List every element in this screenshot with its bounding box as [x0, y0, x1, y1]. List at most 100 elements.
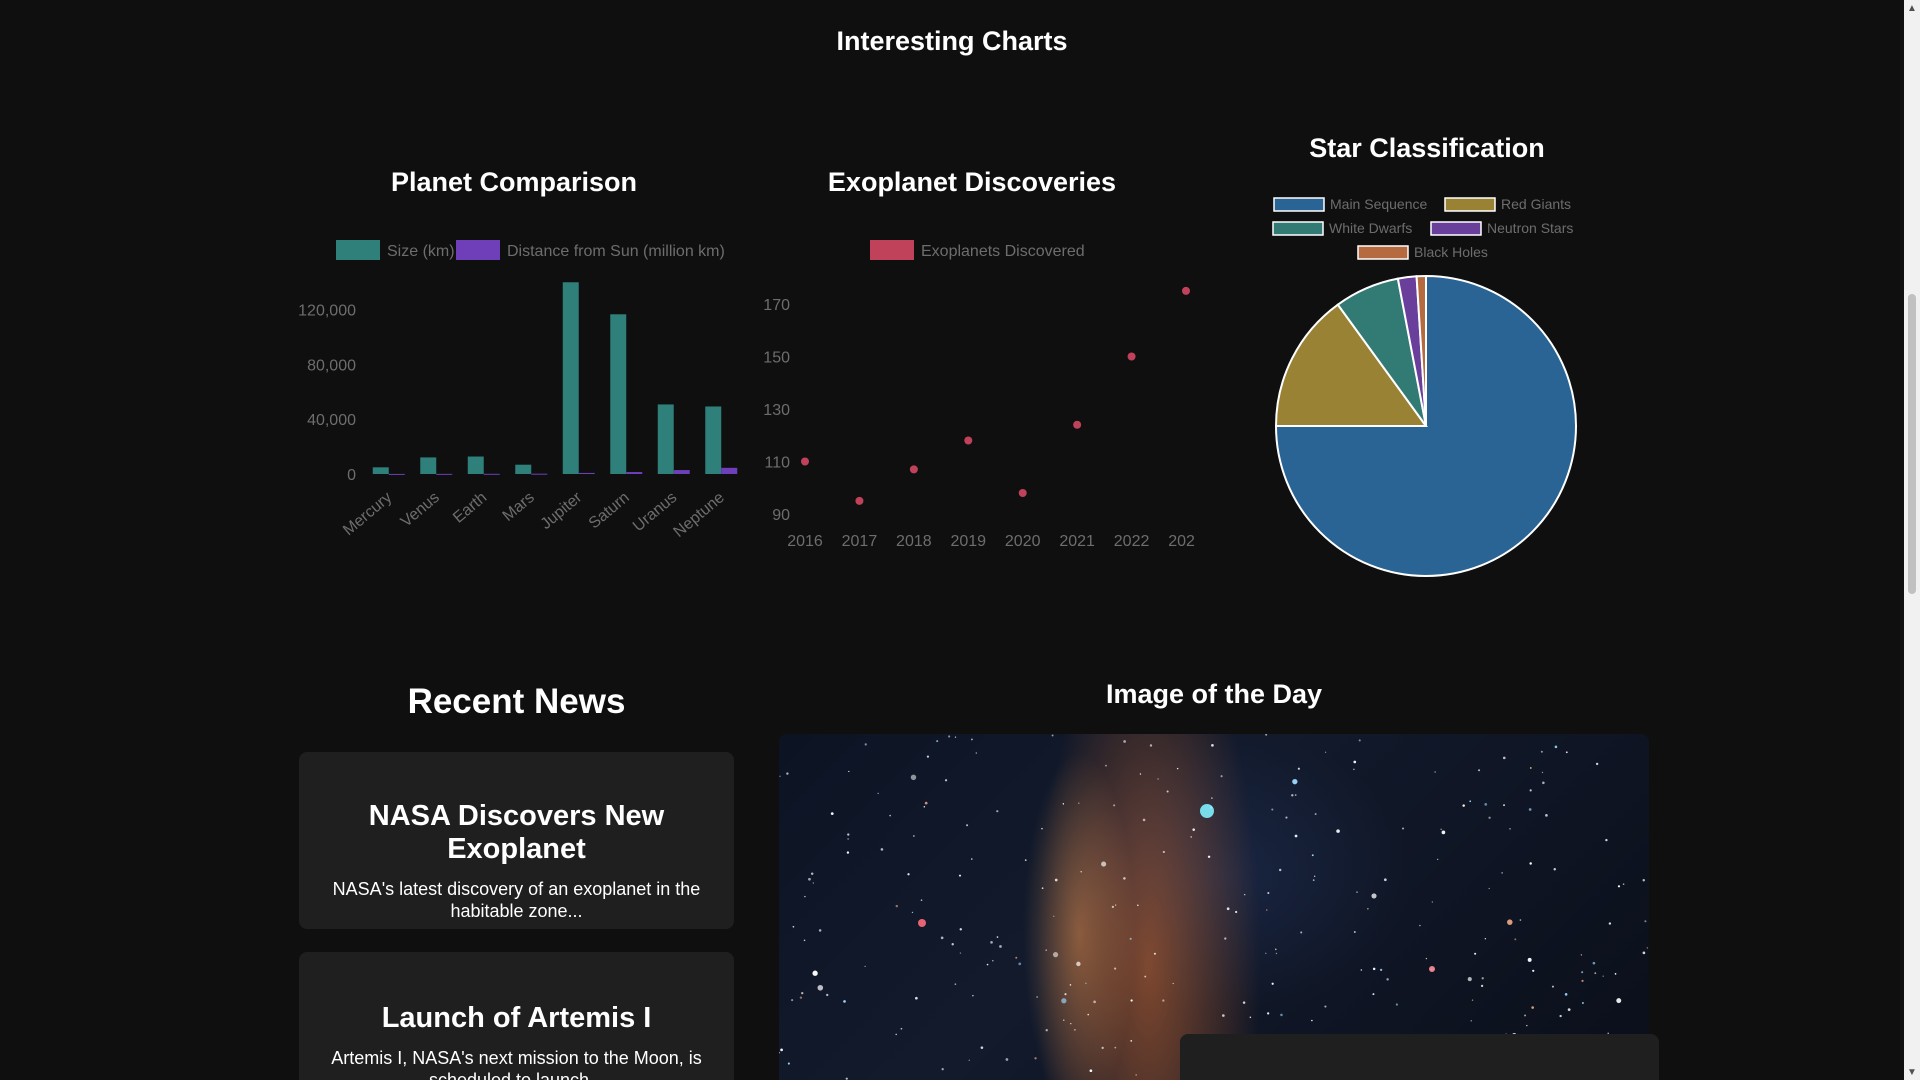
bar-size[interactable]: [562, 282, 579, 474]
star-dot: [848, 770, 850, 773]
star-dot: [1166, 790, 1169, 793]
star-dot: [780, 1048, 783, 1052]
y-tick-label: 80,000: [307, 357, 356, 374]
star-dot: [1294, 834, 1298, 838]
news-card[interactable]: NASA Discovers New Exoplanet NASA's late…: [299, 752, 734, 929]
bar-distance[interactable]: [388, 473, 405, 475]
legend-swatch-white-dwarfs: [1272, 221, 1324, 236]
exoplanet-legend[interactable]: Exoplanets Discovered: [870, 240, 1085, 260]
legend-swatch-distance: [456, 240, 500, 260]
bar-distance[interactable]: [626, 472, 643, 474]
star-dot: [1324, 751, 1327, 753]
star-dot: [1526, 1024, 1528, 1027]
star-dot: [1157, 778, 1159, 780]
star-dot: [791, 998, 794, 1002]
bar-distance[interactable]: [673, 470, 690, 474]
x-tick-label: 2020: [1005, 533, 1041, 550]
star-dot: [1292, 779, 1298, 785]
scatter-point[interactable]: [909, 465, 918, 474]
star-dot: [1089, 1069, 1093, 1073]
star-dot: [1488, 887, 1490, 890]
bar-size[interactable]: [610, 314, 627, 474]
scroll-up-icon[interactable]: ▲: [1904, 0, 1920, 16]
image-of-day-picture[interactable]: [779, 734, 1649, 1080]
scatter-point[interactable]: [1073, 420, 1082, 429]
star-dot: [1425, 957, 1428, 960]
vertical-scrollbar[interactable]: ▲ ▼: [1904, 0, 1920, 1080]
star-dot: [1314, 875, 1316, 877]
bar-distance[interactable]: [483, 473, 500, 475]
star-dot: [1211, 797, 1213, 799]
bar-distance[interactable]: [531, 473, 548, 475]
bar-distance[interactable]: [436, 473, 453, 475]
star-dot: [966, 824, 969, 827]
x-tick-label: 2017: [842, 533, 878, 550]
bar-distance[interactable]: [578, 472, 595, 474]
star-dot: [1564, 993, 1568, 996]
stars-legend[interactable]: Main Sequence Red Giants White Dwarfs Ne…: [1272, 196, 1573, 260]
star-dot: [907, 873, 910, 876]
star-dot: [912, 835, 915, 837]
star-dot: [1051, 734, 1054, 737]
star-dot: [1144, 975, 1147, 978]
star-dot: [944, 779, 948, 782]
star-dot: [1300, 931, 1303, 934]
star-classification-chart: Main Sequence Red Giants White Dwarfs Ne…: [1272, 196, 1577, 577]
bar-size[interactable]: [420, 457, 437, 474]
star-dot: [1311, 854, 1314, 857]
scatter-point[interactable]: [1127, 352, 1136, 361]
star-dot: [1061, 998, 1067, 1004]
bar-distance[interactable]: [721, 467, 738, 474]
star-dot: [1314, 813, 1317, 816]
planet-legend[interactable]: Size (km) Distance from Sun (million km): [336, 240, 725, 260]
y-tick-label: 170: [763, 297, 790, 314]
star-dot: [1078, 802, 1080, 804]
star-dot: [1093, 1000, 1096, 1004]
news-card-title: Launch of Artemis I: [381, 1002, 652, 1034]
scatter-point[interactable]: [1182, 286, 1190, 295]
star-dot: [1559, 1014, 1562, 1018]
star-dot: [1437, 858, 1439, 861]
legend-swatch-red-giants: [1444, 197, 1496, 212]
stars-chart-title: Star Classification: [1309, 133, 1545, 163]
star-dot: [1481, 977, 1484, 980]
star-dot: [895, 1033, 897, 1036]
star-dot: [1123, 877, 1126, 880]
bar-size[interactable]: [515, 464, 532, 474]
scatter-point[interactable]: [801, 457, 809, 466]
page-viewport: Interesting Charts Planet Comparison Siz…: [0, 0, 1904, 1080]
bar-size[interactable]: [467, 456, 484, 474]
star-dot: [801, 991, 804, 995]
star-dot: [1271, 982, 1274, 985]
scrollbar-thumb[interactable]: [1908, 294, 1916, 594]
star-dot: [970, 858, 973, 860]
bar-size[interactable]: [372, 467, 389, 474]
star-dot: [1311, 1019, 1313, 1022]
star-dot: [1149, 744, 1153, 747]
star-dot: [1123, 740, 1126, 743]
y-tick-label: 130: [763, 402, 790, 419]
legend-label-main-sequence: Main Sequence: [1330, 196, 1428, 212]
star-dot: [1226, 907, 1230, 911]
star-dot: [1383, 878, 1387, 882]
news-card[interactable]: Launch of Artemis I Artemis I, NASA's ne…: [299, 952, 734, 1080]
star-dot: [864, 743, 867, 746]
scatter-point[interactable]: [964, 436, 973, 445]
star-dot: [1470, 1019, 1473, 1022]
star-dot: [1045, 1029, 1048, 1032]
exoplanet-chart-title: Exoplanet Discoveries: [827, 167, 1117, 197]
news-card-text: NASA's latest discovery of an exoplanet …: [332, 879, 701, 921]
star-dot: [1551, 985, 1554, 988]
star-dot: [1644, 920, 1647, 923]
bar-size[interactable]: [705, 406, 722, 474]
scatter-point[interactable]: [855, 496, 864, 505]
x-tick-label: 2023: [1168, 533, 1195, 550]
star-dot: [1153, 952, 1156, 955]
star-dot: [1137, 904, 1139, 907]
star-dot: [1614, 973, 1617, 975]
star-dot: [1052, 952, 1059, 958]
scroll-down-icon[interactable]: ▼: [1904, 1064, 1920, 1080]
bar-size[interactable]: [657, 404, 674, 474]
star-dot: [877, 792, 879, 794]
scatter-point[interactable]: [1018, 489, 1027, 497]
